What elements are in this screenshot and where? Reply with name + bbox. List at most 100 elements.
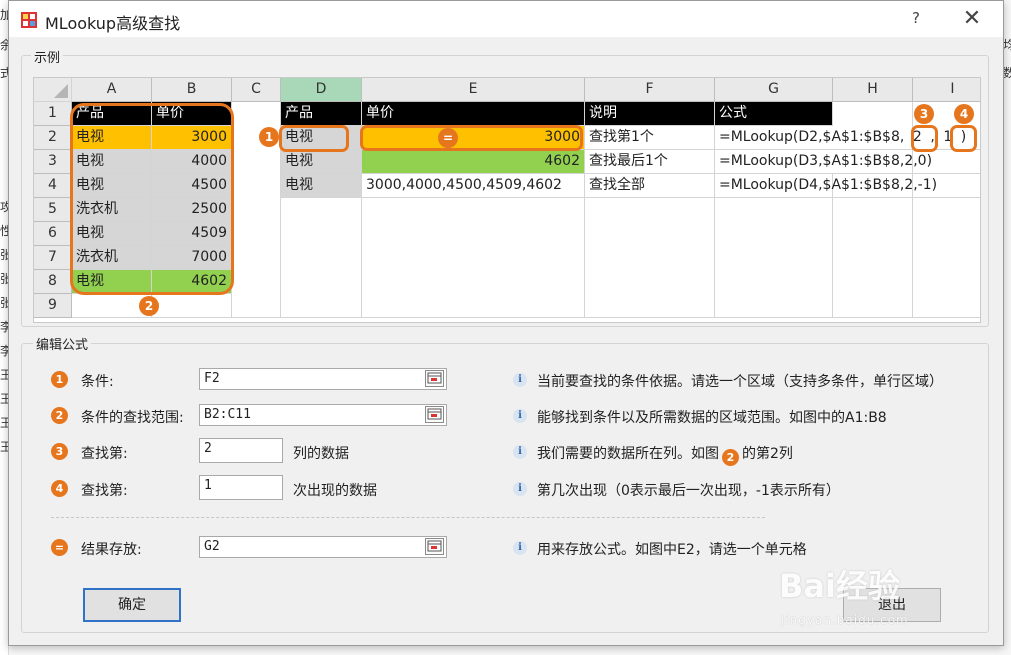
mlookup-dialog: MLookup高级查找 ? ✕ 示例 A B C D E F G H I 1 2…: [8, 0, 1004, 646]
cell-g2: =MLookup(D2,$A$1:$B$8, 2, 1): [715, 126, 980, 150]
occurrence-label: 查找第:: [81, 483, 128, 499]
select-all-icon: [54, 84, 68, 98]
bg-char: 攻: [0, 200, 8, 214]
result-cell-label: 结果存放:: [81, 542, 142, 558]
condition-range-picker[interactable]: [425, 370, 444, 387]
bg-char: 数: [1003, 66, 1011, 80]
bg-char: 张: [0, 296, 8, 310]
watermark-text: Bai经验: [779, 567, 900, 605]
bg-char: 王: [0, 440, 8, 454]
cell-g1: 公式: [715, 102, 833, 126]
row-header: 7: [34, 246, 72, 270]
result-cell-picker[interactable]: [425, 538, 444, 555]
occurrence-suffix: 次出现的数据: [293, 483, 377, 499]
range-picker-icon: [427, 408, 442, 420]
sheet-corner: [34, 78, 72, 102]
row-header: 8: [34, 270, 72, 294]
col-header-g: G: [715, 78, 833, 102]
watermark-url: jingyan.baidu.com: [781, 613, 909, 627]
cell-d4: 电视: [281, 174, 362, 198]
lookup-range-info: 能够找到条件以及所需数据的区域范围。如图中的A1:B8: [537, 410, 887, 426]
bg-char: 王: [0, 392, 8, 406]
info-icon: i: [513, 482, 527, 496]
col-header-b: B: [152, 78, 232, 102]
edit-formula-legend: 编辑公式: [33, 334, 92, 353]
watermark: Bai经验 jingyan.baidu.com: [779, 561, 979, 631]
row-header: 4: [34, 174, 72, 198]
bg-char: 李: [0, 344, 8, 358]
badge-equals: =: [438, 128, 458, 148]
bg-char: 式: [0, 66, 8, 80]
form-badge-equals: =: [51, 539, 68, 556]
form-separator: [51, 517, 765, 518]
form-badge-3: 3: [51, 443, 68, 460]
condition-input[interactable]: F2: [199, 368, 447, 390]
title-bar[interactable]: MLookup高级查找 ? ✕: [9, 1, 1003, 37]
cell-f2: 查找第1个: [585, 126, 715, 150]
condition-info: 当前要查找的条件依据。请选一个区域（支持多条件，单行区域）: [537, 374, 943, 390]
row-header: 3: [34, 150, 72, 174]
range-picker-icon: [427, 540, 442, 552]
highlight-d2: [279, 125, 349, 152]
bg-char: 王: [0, 416, 8, 430]
cell-g4: =MLookup(D4,$A$1:$B$8,2,-1): [715, 174, 980, 198]
condition-label: 条件:: [81, 374, 114, 390]
col-header-a: A: [72, 78, 152, 102]
cell-d1: 产品: [281, 102, 362, 126]
cell-e4: 3000,4000,4500,4509,4602: [362, 174, 585, 198]
column-index-input[interactable]: 2: [199, 438, 283, 463]
bg-char: 余: [0, 38, 8, 52]
example-group-legend: 示例: [31, 47, 64, 66]
row-header: 9: [34, 294, 72, 318]
range-picker-icon: [427, 372, 442, 384]
highlight-e2: [360, 125, 583, 151]
occurrence-input[interactable]: 1: [199, 475, 283, 500]
info-icon: i: [513, 373, 527, 387]
row-header: 2: [34, 126, 72, 150]
row-header: 1: [34, 102, 72, 126]
bg-char: 均: [1003, 38, 1011, 52]
ok-button[interactable]: 确定: [83, 588, 181, 622]
info-icon: i: [513, 541, 527, 555]
bg-char: 李: [0, 320, 8, 334]
badge-2: 2: [139, 296, 159, 316]
result-cell-input[interactable]: G2: [199, 536, 447, 558]
info-badge-2: 2: [722, 449, 739, 466]
row-header: 6: [34, 222, 72, 246]
cell-f3: 查找最后1个: [585, 150, 715, 174]
result-cell-info: 用来存放公式。如图中E2，请选一个单元格: [537, 542, 807, 558]
row-header: 5: [34, 198, 72, 222]
col-header-e: E: [362, 78, 585, 102]
cell-g3: =MLookup(D3,$A$1:$B$8,2,0): [715, 150, 980, 174]
cell-f1: 说明: [585, 102, 715, 126]
bg-char: 加: [0, 8, 8, 22]
info-icon: i: [513, 409, 527, 423]
example-spreadsheet: A B C D E F G H I 1 2 3 4 5 6 7 8 9 产品 单…: [33, 77, 981, 323]
badge-1: 1: [259, 127, 279, 147]
app-icon: [21, 12, 37, 28]
close-button[interactable]: ✕: [957, 5, 987, 33]
bg-char: 性: [0, 224, 8, 238]
cell-e3: 4602: [362, 150, 585, 174]
column-index-suffix: 列的数据: [293, 446, 349, 462]
bg-char: 张: [0, 248, 8, 262]
highlight-column-arg: [911, 125, 938, 152]
form-badge-2: 2: [51, 407, 68, 424]
form-badge-4: 4: [51, 480, 68, 497]
lookup-range-input[interactable]: B2:C11: [199, 404, 447, 426]
highlight-occurrence-arg: [950, 125, 977, 152]
column-index-info-b: 的第2列: [742, 446, 793, 462]
col-header-i: I: [913, 78, 980, 102]
bg-char: 张: [0, 272, 8, 286]
info-icon: i: [513, 445, 527, 459]
col-header-h: H: [833, 78, 913, 102]
col-header-c: C: [232, 78, 281, 102]
bg-char: 王: [0, 368, 8, 382]
lookup-range-picker[interactable]: [425, 406, 444, 423]
badge-4: 4: [954, 104, 974, 124]
column-index-info: 我们需要的数据所在列。如图 2 的第2列: [537, 443, 793, 466]
help-button[interactable]: ?: [905, 9, 927, 29]
grid-area: [152, 294, 232, 318]
column-index-info-a: 我们需要的数据所在列。如图: [537, 446, 719, 462]
range-highlight-a1-b8: [70, 103, 234, 295]
